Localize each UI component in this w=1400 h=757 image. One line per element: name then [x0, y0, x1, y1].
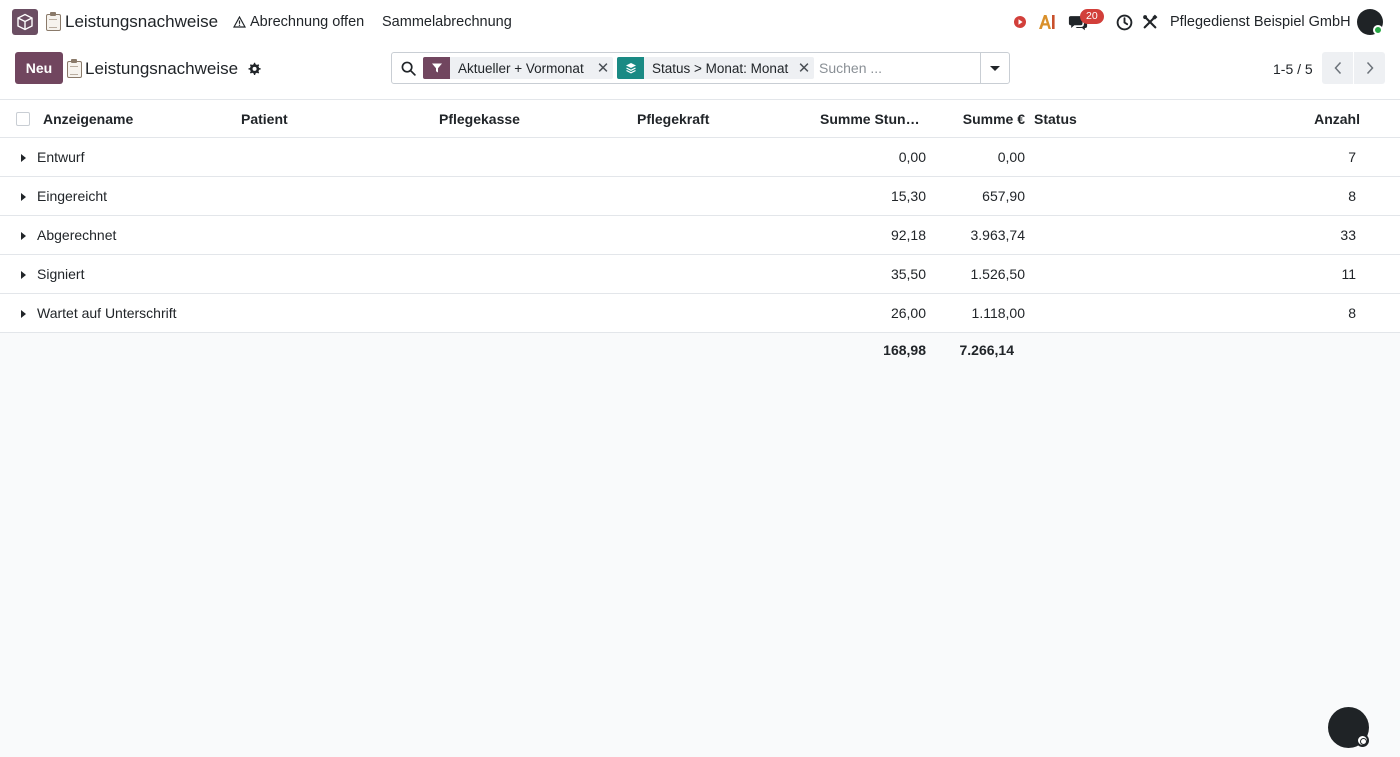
chevron-down-icon [990, 65, 1000, 71]
search-icon[interactable] [401, 61, 416, 76]
menu-abrechnung-offen[interactable]: Abrechnung offen [233, 14, 364, 30]
menu-sammelabrechnung[interactable]: Sammelabrechnung [382, 14, 512, 30]
group-anzahl: 7 [1348, 149, 1356, 165]
menu-item-label: Sammelabrechnung [382, 14, 512, 30]
column-header-label: Summe Stunden [820, 110, 920, 127]
gear-icon[interactable] [247, 62, 261, 76]
pager-value[interactable]: 1-5 / 5 [1273, 61, 1313, 77]
record-icon[interactable] [1013, 10, 1027, 34]
app-title-label: Leistungsnachweise [65, 12, 219, 31]
column-header-summe-euro[interactable]: Summe € [940, 100, 1025, 137]
column-header-anzeigename[interactable]: Anzeigename [43, 100, 133, 137]
search-facet-filter: Aktueller + Vormonat ✕ [423, 57, 613, 79]
caret-right-icon [21, 232, 26, 240]
column-header-pflegekraft[interactable]: Pflegekraft [637, 100, 709, 137]
company-switcher[interactable]: Pflegedienst Beispiel GmbH [1170, 14, 1351, 30]
group-row-abgerechnet[interactable]: Abgerechnet 92,18 3.963,74 33 [0, 216, 1400, 255]
search-options-toggle[interactable] [980, 53, 1009, 83]
group-summe-stunden: 15,30 [890, 188, 926, 204]
group-anzahl: 8 [1348, 188, 1356, 204]
group-name: Eingereicht [37, 188, 108, 204]
group-summe-stunden: 26,00 [890, 305, 926, 321]
column-header-patient[interactable]: Patient [241, 100, 288, 137]
group-summe-euro: 657,90 [982, 188, 1025, 204]
search-input[interactable] [819, 57, 979, 79]
app-title[interactable]: Leistungsnachweise [46, 11, 219, 32]
table-header: Anzeigename Patient Pflegekasse Pflegekr… [0, 100, 1400, 138]
select-all-checkbox[interactable] [16, 112, 30, 126]
group-name: Abgerechnet [37, 227, 117, 243]
clipboard-icon [67, 58, 82, 78]
ai-icon[interactable] [1038, 10, 1056, 34]
group-summe-stunden: 92,18 [890, 227, 926, 243]
group-summe-euro: 1.526,50 [970, 266, 1026, 282]
caret-right-icon [21, 154, 26, 162]
layers-icon [617, 57, 644, 79]
search-facet-groupby: Status > Monat: Monat ✕ [617, 57, 814, 79]
group-row-wartet-auf-unterschrift[interactable]: Wartet auf Unterschrift 26,00 1.118,00 8 [0, 294, 1400, 333]
caret-right-icon [21, 193, 26, 201]
filter-icon [423, 57, 450, 79]
group-anzahl: 11 [1341, 266, 1356, 282]
group-anzahl: 8 [1348, 305, 1356, 321]
list-background [0, 333, 1400, 757]
pager-previous-button[interactable] [1322, 52, 1353, 84]
column-header-anzahl[interactable]: Anzahl [1260, 100, 1360, 137]
chevron-left-icon [1333, 61, 1341, 75]
page-title: Leistungsnachweise [85, 59, 239, 78]
control-panel: Neu Leistungsnachweise Aktueller + Vormo… [0, 44, 1400, 100]
column-header-summe-stunden[interactable]: Summe Stunden [820, 100, 920, 137]
column-header-pflegekasse[interactable]: Pflegekasse [439, 100, 520, 137]
close-icon[interactable]: ✕ [794, 59, 814, 77]
group-row-signiert[interactable]: Signiert 35,50 1.526,50 11 [0, 255, 1400, 294]
pager-next-button[interactable] [1354, 52, 1385, 84]
group-summe-euro: 3.963,74 [970, 227, 1026, 243]
cube-icon [17, 13, 33, 31]
group-name: Signiert [37, 266, 85, 282]
breadcrumb: Leistungsnachweise [67, 58, 261, 79]
column-header-status[interactable]: Status [1034, 100, 1077, 137]
list-view: Anzeigename Patient Pflegekasse Pflegekr… [0, 100, 1400, 333]
list-totals-row: 168,98 7.266,14 [0, 331, 1400, 369]
clock-icon[interactable] [1115, 10, 1133, 34]
facet-label: Status > Monat: Monat [652, 60, 789, 76]
status-icon [1356, 734, 1369, 747]
clipboard-icon [46, 11, 61, 31]
caret-right-icon [21, 310, 26, 318]
facet-label: Aktueller + Vormonat [458, 60, 584, 76]
group-summe-stunden: 0,00 [898, 149, 926, 165]
total-summe-stunden: 168,98 [883, 342, 926, 358]
caret-right-icon [21, 271, 26, 279]
message-count-badge: 20 [1080, 9, 1104, 24]
group-summe-euro: 1.118,00 [971, 305, 1025, 321]
close-icon[interactable]: ✕ [593, 59, 613, 77]
online-status-icon [1373, 25, 1383, 35]
group-row-entwurf[interactable]: Entwurf 0,00 0,00 7 [0, 138, 1400, 177]
group-anzahl: 33 [1340, 227, 1356, 243]
group-name: Wartet auf Unterschrift [37, 305, 177, 321]
warning-icon [233, 16, 246, 28]
group-name: Entwurf [37, 149, 85, 165]
group-summe-euro: 0,00 [997, 149, 1025, 165]
group-summe-stunden: 35,50 [890, 266, 926, 282]
total-summe-euro: 7.266,14 [959, 342, 1015, 358]
tools-icon[interactable] [1141, 10, 1159, 34]
menu-item-label: Abrechnung offen [250, 14, 365, 30]
top-navbar: Leistungsnachweise Abrechnung offen Samm… [0, 0, 1400, 44]
app-logo-icon[interactable] [12, 9, 38, 35]
search-bar: Aktueller + Vormonat ✕ Status > Monat: M… [391, 52, 1010, 84]
new-button[interactable]: Neu [15, 52, 63, 84]
group-row-eingereicht[interactable]: Eingereicht 15,30 657,90 8 [0, 177, 1400, 216]
chevron-right-icon [1366, 61, 1374, 75]
